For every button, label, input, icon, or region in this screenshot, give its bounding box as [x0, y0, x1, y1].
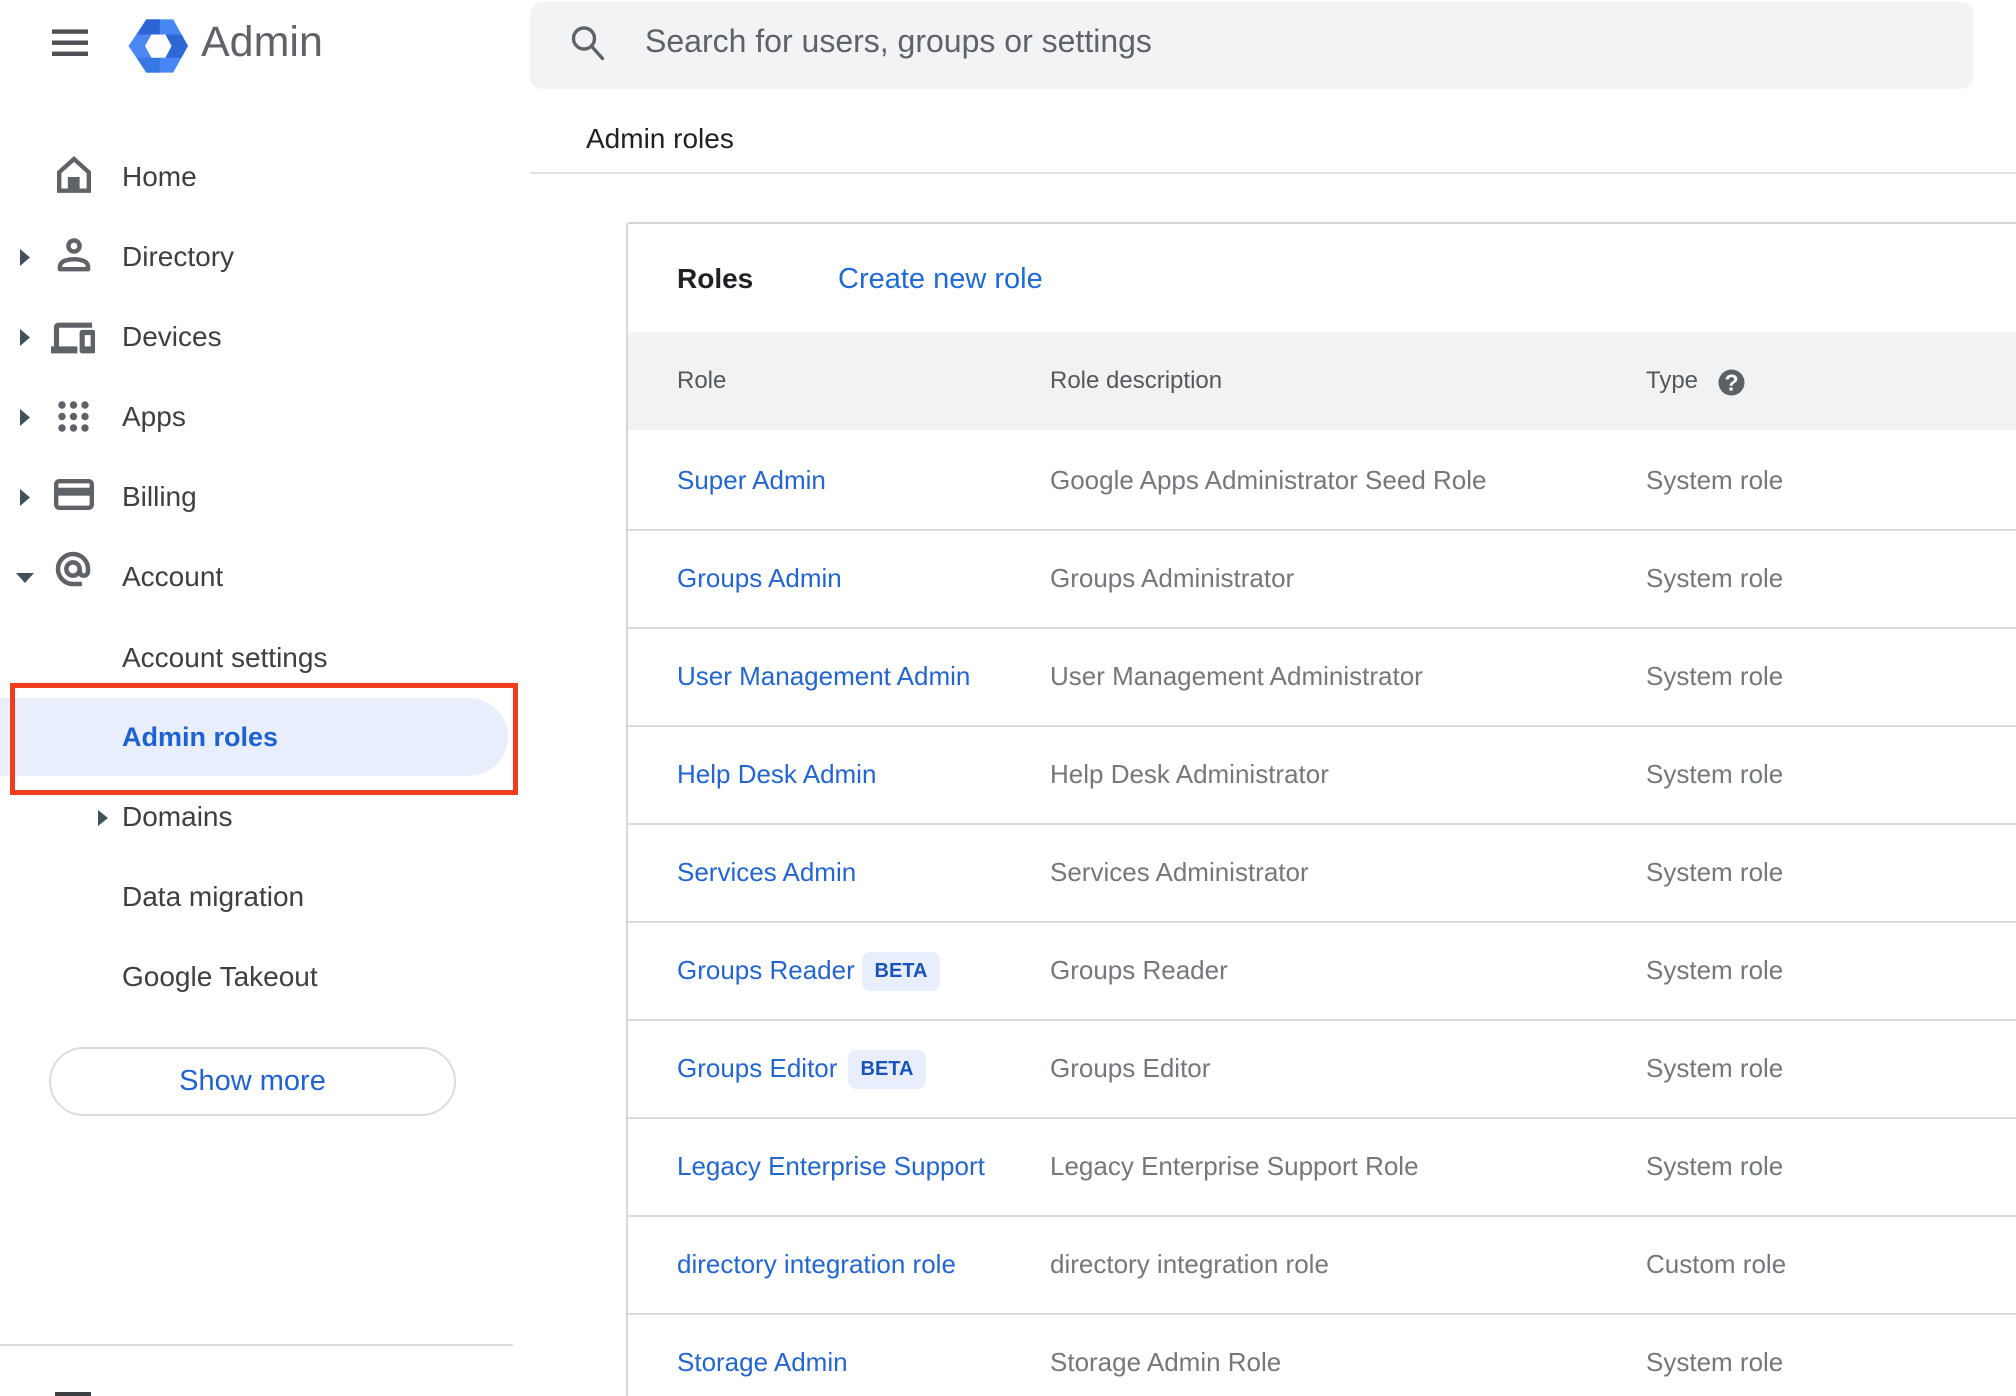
svg-text:?: ? — [1724, 370, 1738, 396]
